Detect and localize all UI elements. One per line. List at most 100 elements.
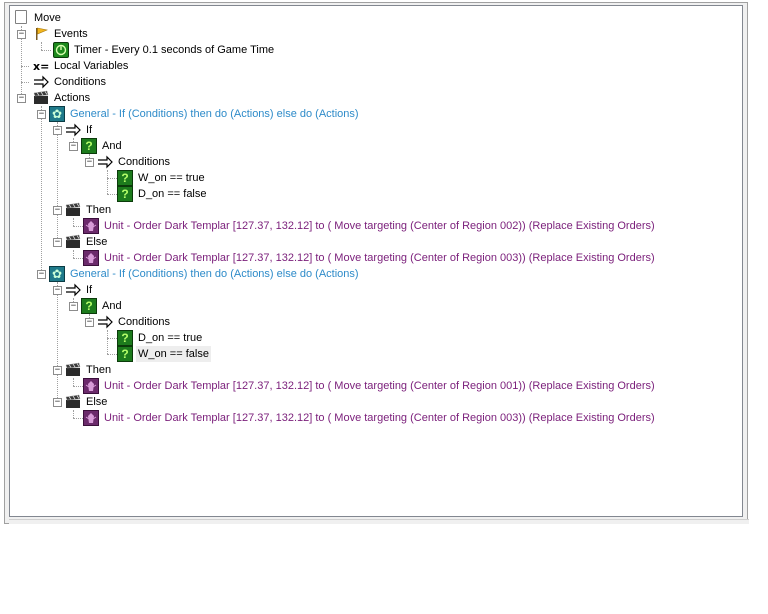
tree-guide (107, 170, 108, 194)
tree-node-unit-action[interactable]: Unit - Order Dark Templar [127.37, 132.1… (83, 250, 657, 266)
tree-guide (57, 122, 58, 242)
clapperboard-icon (33, 90, 49, 106)
splitter-bar[interactable] (9, 519, 749, 524)
node-label: Then (86, 364, 112, 376)
tree-node-then-2[interactable]: Then (65, 362, 113, 378)
node-label: Conditions (118, 316, 170, 328)
tree-node-condition[interactable]: ? D_on == false (117, 186, 209, 202)
collapse-toggle-then-1[interactable]: − (53, 206, 62, 215)
tree-guide (41, 50, 51, 51)
node-label: Move (34, 12, 61, 24)
tree-node-conditions-2[interactable]: Conditions (97, 314, 172, 330)
svg-text:x=: x= (33, 60, 49, 73)
node-label: Unit - Order Dark Templar [127.37, 132.1… (104, 252, 655, 264)
tree-guide (73, 250, 74, 258)
tree-guide (73, 218, 74, 226)
tree-guide (21, 82, 29, 83)
node-label: Conditions (54, 76, 106, 88)
tree-node-and-1[interactable]: ? And (81, 138, 124, 154)
collapse-toggle-general-1[interactable]: − (37, 110, 46, 119)
timer-icon (53, 42, 69, 58)
trigger-editor-panel: − − − − − − − − − − − − − − Move Events … (4, 2, 749, 524)
unit-icon (83, 218, 99, 234)
collapse-toggle-and-1[interactable]: − (69, 142, 78, 151)
tree-node-unit-action[interactable]: Unit - Order Dark Templar [127.37, 132.1… (83, 410, 657, 426)
tree-node-unit-action[interactable]: Unit - Order Dark Templar [127.37, 132.1… (83, 378, 657, 394)
tree-node-actions[interactable]: Actions (33, 90, 92, 106)
node-label: Unit - Order Dark Templar [127.37, 132.1… (104, 412, 655, 424)
arrow-icon (33, 74, 49, 90)
node-label: Events (54, 28, 88, 40)
clapperboard-icon (65, 394, 81, 410)
tree-node-and-2[interactable]: ? And (81, 298, 124, 314)
tree-guide (73, 226, 83, 227)
tree-guide (107, 354, 117, 355)
gear-icon: ✿ (49, 106, 65, 122)
tree-node-root[interactable]: Move (13, 10, 63, 26)
node-label: W_on == false (136, 346, 211, 362)
tree-node-events[interactable]: Events (33, 26, 90, 42)
tree-guide (73, 418, 83, 419)
question-icon: ? (117, 170, 133, 186)
tree-node-general-2[interactable]: ✿ General - If (Conditions) then do (Act… (49, 266, 361, 282)
node-label: D_on == false (138, 188, 207, 200)
node-label: Else (86, 236, 108, 248)
tree-guide (57, 282, 58, 402)
arrow-icon (65, 282, 81, 298)
tree-guide (21, 66, 29, 67)
node-label: W_on == true (138, 172, 205, 184)
tree-node-unit-action[interactable]: Unit - Order Dark Templar [127.37, 132.1… (83, 218, 657, 234)
tree-guide (73, 258, 83, 259)
collapse-toggle-if-2[interactable]: − (53, 286, 62, 295)
collapse-toggle-then-2[interactable]: − (53, 366, 62, 375)
node-label: And (102, 300, 122, 312)
tree-node-condition[interactable]: ? D_on == true (117, 330, 204, 346)
collapse-toggle-general-2[interactable]: − (37, 270, 46, 279)
tree-guide (41, 106, 42, 274)
node-label: Then (86, 204, 112, 216)
tree-guide (73, 386, 83, 387)
tree-node-if-1[interactable]: If (65, 122, 94, 138)
tree-node-if-2[interactable]: If (65, 282, 94, 298)
tree-node-condition-selected[interactable]: ? W_on == false (117, 346, 211, 362)
tree-node-general-1[interactable]: ✿ General - If (Conditions) then do (Act… (49, 106, 361, 122)
tree-guide (73, 410, 74, 418)
clapperboard-icon (65, 202, 81, 218)
node-label: General - If (Conditions) then do (Actio… (70, 268, 359, 280)
collapse-toggle-if-1[interactable]: − (53, 126, 62, 135)
collapse-toggle-conditions-2[interactable]: − (85, 318, 94, 327)
question-icon: ? (117, 186, 133, 202)
node-label: D_on == true (138, 332, 203, 344)
flag-icon (33, 26, 49, 42)
collapse-toggle-conditions-1[interactable]: − (85, 158, 94, 167)
collapse-toggle-else-2[interactable]: − (53, 398, 62, 407)
node-label: Else (86, 396, 108, 408)
node-label: Conditions (118, 156, 170, 168)
tree-node-conditions[interactable]: Conditions (33, 74, 108, 90)
node-label: If (86, 284, 93, 296)
tree-node-else-1[interactable]: Else (65, 234, 109, 250)
unit-icon (83, 378, 99, 394)
collapse-toggle-and-2[interactable]: − (69, 302, 78, 311)
unit-icon (83, 410, 99, 426)
tree-node-conditions-1[interactable]: Conditions (97, 154, 172, 170)
trigger-tree-view[interactable]: − − − − − − − − − − − − − − Move Events … (9, 5, 743, 517)
collapse-toggle-else-1[interactable]: − (53, 238, 62, 247)
unit-icon (83, 250, 99, 266)
tree-guide (107, 194, 117, 195)
tree-node-timer-event[interactable]: Timer - Every 0.1 seconds of Game Time (53, 42, 276, 58)
node-label: Local Variables (54, 60, 129, 72)
tree-node-else-2[interactable]: Else (65, 394, 109, 410)
tree-node-condition[interactable]: ? W_on == true (117, 170, 207, 186)
tree-node-local-variables[interactable]: x= Local Variables (33, 58, 130, 74)
node-label: If (86, 124, 93, 136)
tree-guide (73, 378, 74, 386)
node-label: Actions (54, 92, 91, 104)
arrow-icon (97, 314, 113, 330)
question-icon: ? (81, 138, 97, 154)
collapse-toggle-actions[interactable]: − (17, 94, 26, 103)
collapse-toggle-events[interactable]: − (17, 30, 26, 39)
node-label: Unit - Order Dark Templar [127.37, 132.1… (104, 220, 655, 232)
tree-node-then-1[interactable]: Then (65, 202, 113, 218)
arrow-icon (65, 122, 81, 138)
